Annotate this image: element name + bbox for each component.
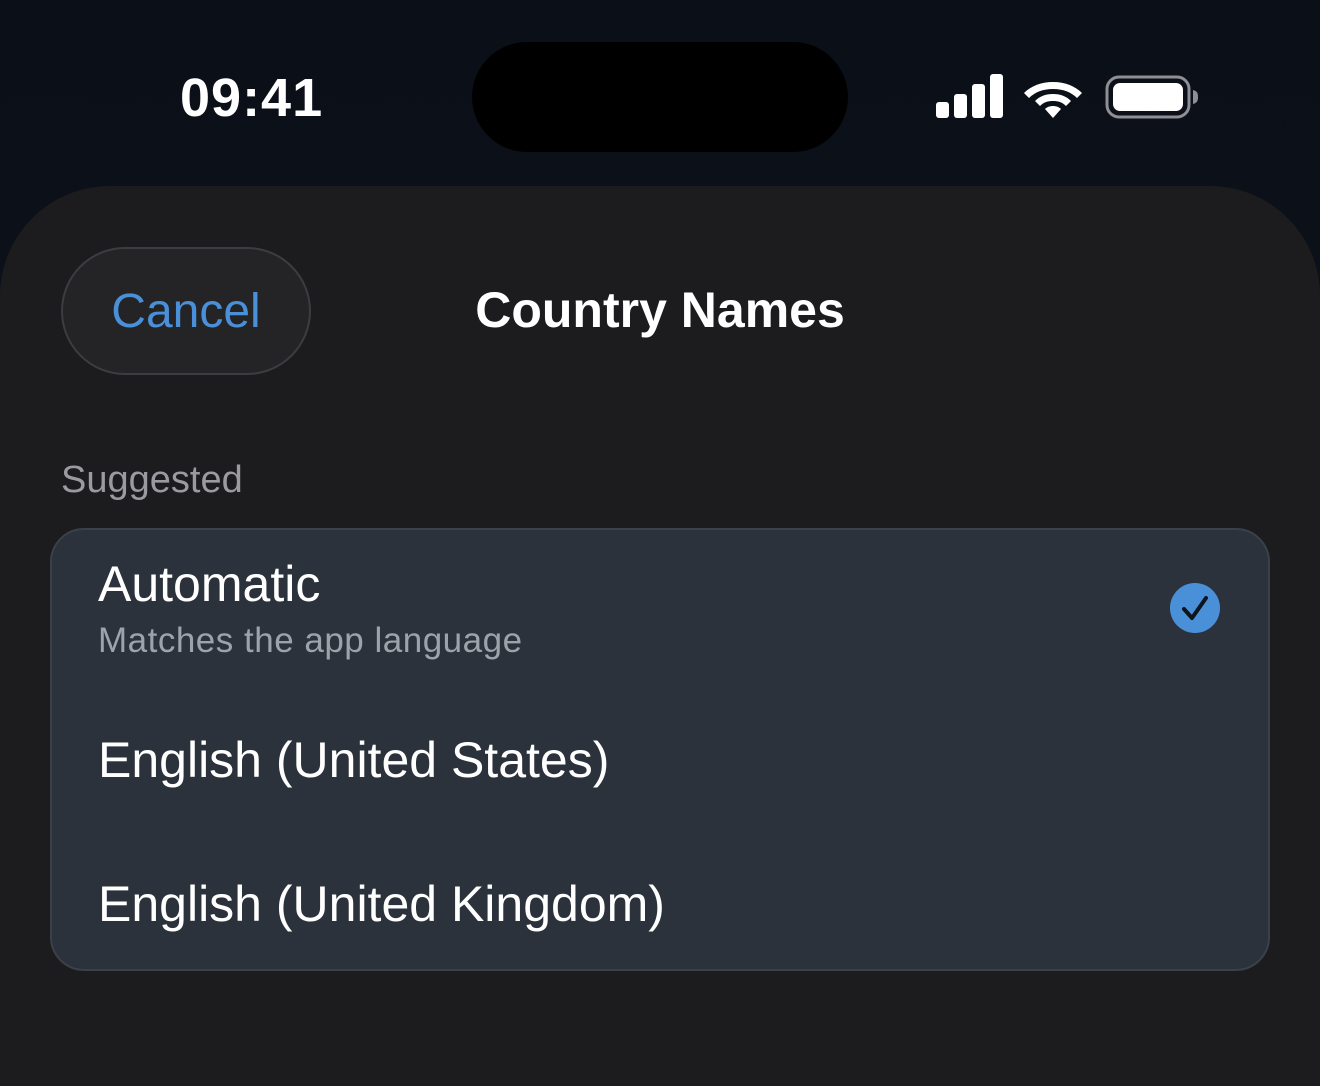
- list-item-title: Automatic: [98, 556, 321, 612]
- country-names-sheet: Cancel Country Names Suggested Automatic…: [0, 186, 1320, 1086]
- list-item-title: English (United States): [98, 732, 610, 788]
- list-item-subtitle: Matches the app language: [98, 621, 523, 660]
- cellular-signal-icon: [936, 74, 1003, 118]
- battery-icon: [1105, 75, 1198, 119]
- status-time: 09:41: [180, 68, 324, 128]
- section-header-suggested: Suggested: [61, 459, 243, 501]
- list-item-english-us[interactable]: English (United States): [52, 690, 1268, 832]
- suggested-list: Automatic Matches the app language Engli…: [50, 528, 1270, 971]
- wifi-icon: [1024, 82, 1082, 118]
- list-item-automatic[interactable]: Automatic Matches the app language: [52, 530, 1268, 690]
- status-icons: [934, 72, 1204, 122]
- checkmark-icon: [1170, 583, 1220, 633]
- list-item-english-uk[interactable]: English (United Kingdom): [52, 832, 1268, 973]
- dynamic-island: [472, 42, 848, 152]
- status-bar: 09:41: [0, 0, 1320, 186]
- page-title: Country Names: [475, 282, 845, 338]
- list-item-title: English (United Kingdom): [98, 876, 665, 932]
